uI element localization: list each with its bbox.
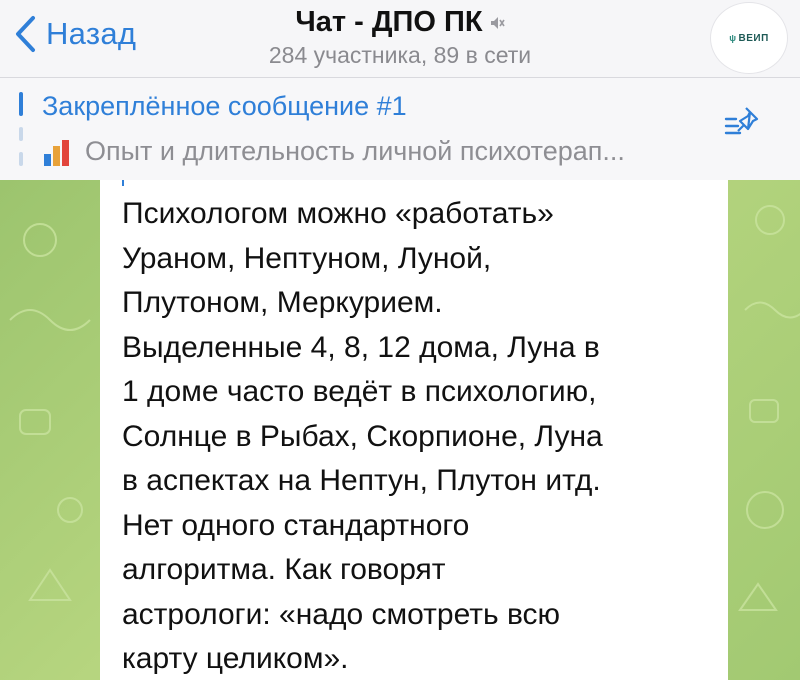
chat-area[interactable]: Психологом можно «работать» Ураном, Непт… xyxy=(0,180,800,680)
chat-subtitle: 284 участника, 89 в сети xyxy=(268,42,532,68)
mute-icon xyxy=(489,4,505,40)
chevron-left-icon xyxy=(16,16,35,52)
back-button[interactable]: Назад xyxy=(14,12,136,56)
avatar-text: ВЕИП xyxy=(738,32,769,44)
chat-header: Назад Чат - ДПО ПК 284 участника, 89 в с… xyxy=(0,0,800,78)
pinned-indicator xyxy=(19,92,23,166)
poll-icon xyxy=(44,138,71,166)
logo-mark-icon: ψ xyxy=(729,33,737,43)
message-reply-edge xyxy=(122,180,124,186)
pinned-message-bar[interactable]: Закреплённое сообщение #1 Опыт и длитель… xyxy=(0,78,800,180)
message-text: Психологом можно «работать» Ураном, Непт… xyxy=(122,197,603,675)
chat-title-row: Чат - ДПО ПК xyxy=(295,4,505,40)
pinned-preview: Опыт и длительность личной психотерап... xyxy=(44,136,724,167)
chat-avatar[interactable]: ψ ВЕИП xyxy=(710,2,788,74)
pinned-title: Закреплённое сообщение #1 xyxy=(42,91,407,121)
chat-title: Чат - ДПО ПК xyxy=(295,6,483,38)
message-bubble[interactable]: Психологом можно «работать» Ураном, Непт… xyxy=(100,180,728,680)
back-label: Назад xyxy=(46,16,137,51)
pinned-list-icon[interactable] xyxy=(722,104,764,151)
avatar-logo: ψ ВЕИП xyxy=(729,33,769,44)
chat-title-area[interactable]: Чат - ДПО ПК 284 участника, 89 в сети xyxy=(200,4,600,70)
pinned-preview-text: Опыт и длительность личной психотерап... xyxy=(85,136,625,166)
